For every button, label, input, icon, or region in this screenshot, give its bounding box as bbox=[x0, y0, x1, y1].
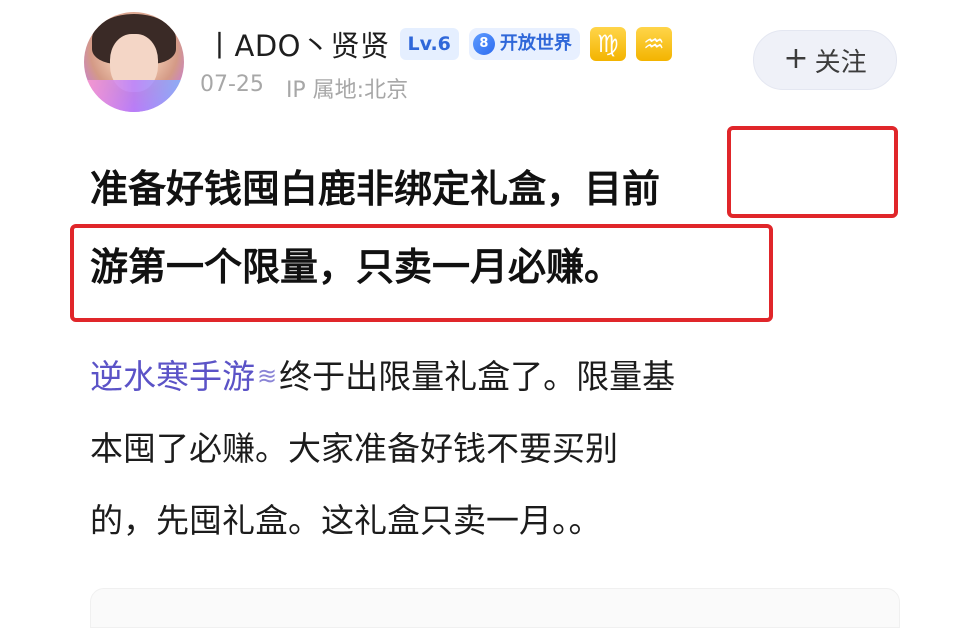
post-date: 07-25 bbox=[200, 72, 264, 97]
world-badge-number-icon: 8 bbox=[472, 33, 495, 55]
virgo-zodiac-icon: ♍ bbox=[589, 27, 626, 61]
topic-layers-icon[interactable]: ≋ bbox=[257, 340, 277, 412]
aquarius-zodiac-icon: ♒ bbox=[635, 27, 672, 61]
avatar-frame-decoration bbox=[84, 80, 184, 112]
user-name[interactable]: 丨ADO丶贤贤 bbox=[205, 23, 390, 65]
world-badge-label: 开放世界 bbox=[499, 33, 572, 54]
post-body-line-1-text: 终于出限量礼盒了。限量基 bbox=[279, 357, 676, 396]
highlight-box-top bbox=[727, 126, 898, 218]
level-badge: Lv.6 bbox=[399, 28, 459, 60]
plus-icon: + bbox=[783, 41, 809, 76]
post-body-line-3: 的，先囤礼盒。这礼盒只卖一月。。 bbox=[90, 501, 602, 540]
post-body-line-1: 逆水寒手游≋终于出限量礼盒了。限量基 bbox=[90, 340, 902, 413]
topic-link[interactable]: 逆水寒手游 bbox=[90, 357, 255, 396]
post-meta: 07-25 IP 属地:北京 bbox=[200, 72, 408, 104]
post-body-line-2: 本囤了必赚。大家准备好钱不要买别 bbox=[90, 429, 618, 468]
attachment-card-partial[interactable] bbox=[90, 588, 900, 628]
open-world-badge[interactable]: 8 开放世界 bbox=[468, 28, 580, 60]
follow-button-label: 关注 bbox=[814, 47, 867, 78]
highlight-box-bottom bbox=[70, 224, 773, 322]
follow-button[interactable]: + 关注 bbox=[753, 30, 897, 90]
ip-location: IP 属地:北京 bbox=[285, 78, 409, 103]
post-body: 逆水寒手游≋终于出限量礼盒了。限量基 本囤了必赚。大家准备好钱不要买别 的，先囤… bbox=[90, 340, 902, 557]
user-name-row: 丨ADO丶贤贤 Lv.6 8 开放世界 ♍ ♒ bbox=[205, 22, 672, 66]
user-avatar[interactable] bbox=[84, 12, 184, 112]
